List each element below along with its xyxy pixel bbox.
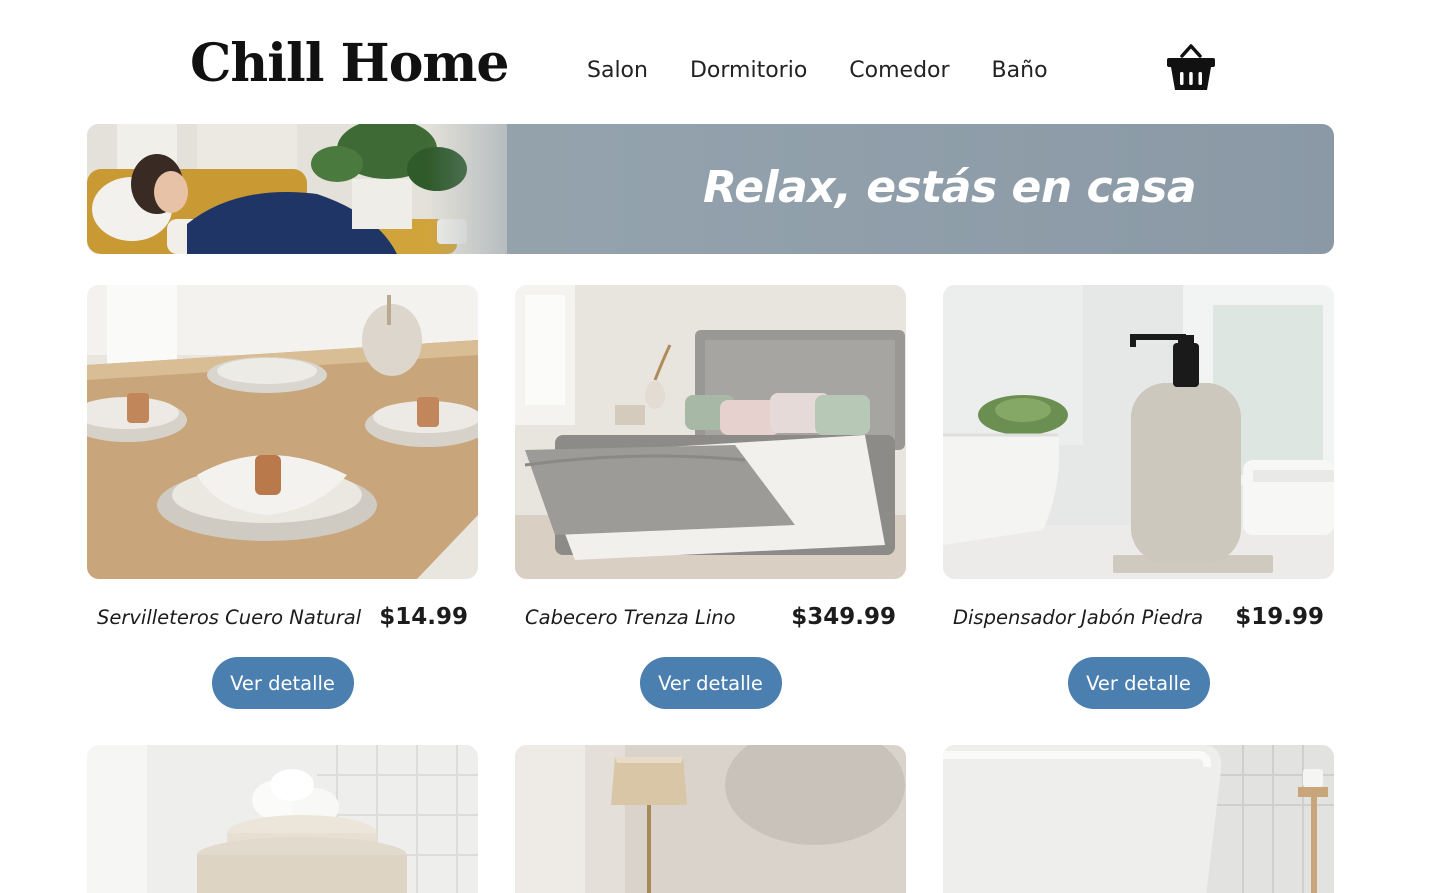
product-price: $349.99 — [791, 604, 896, 630]
site-logo[interactable]: Chill Home — [190, 38, 509, 90]
nav-link-bano[interactable]: Baño — [992, 58, 1048, 84]
view-detail-button[interactable]: Ver detalle — [639, 657, 782, 709]
site-header: Chill Home Salon Dormitorio Comedor Baño — [0, 0, 1445, 124]
view-detail-button[interactable]: Ver detalle — [211, 657, 354, 709]
product-card: Dispensador Jabón Piedra $19.99 Ver deta… — [943, 285, 1334, 709]
product-info: Dispensador Jabón Piedra $19.99 — [943, 603, 1334, 631]
product-card: Servilleteros Cuero Natural $14.99 Ver d… — [87, 285, 478, 709]
product-price: $19.99 — [1235, 604, 1324, 630]
product-image-towel-basket[interactable] — [87, 745, 478, 893]
product-image-soap-dispenser[interactable] — [943, 285, 1334, 579]
product-card: Cabecero Trenza Lino $349.99 Ver detalle — [515, 285, 906, 709]
hero-fade — [427, 124, 567, 254]
product-name[interactable]: Cabecero Trenza Lino — [525, 606, 736, 629]
product-image-bathtub[interactable] — [943, 745, 1334, 893]
product-image-floor-lamp[interactable] — [515, 745, 906, 893]
product-info: Servilleteros Cuero Natural $14.99 — [87, 603, 478, 631]
hero-banner: Relax, estás en casa — [87, 124, 1334, 254]
product-card — [943, 745, 1334, 893]
nav-link-salon[interactable]: Salon — [587, 58, 648, 84]
product-image-headboard[interactable] — [515, 285, 906, 579]
hero-title: Relax, estás en casa — [703, 162, 1197, 213]
product-name[interactable]: Dispensador Jabón Piedra — [953, 606, 1203, 629]
nav-link-comedor[interactable]: Comedor — [849, 58, 949, 84]
main-nav: Salon Dormitorio Comedor Baño — [587, 58, 1048, 84]
basket-icon[interactable] — [1164, 42, 1218, 94]
nav-link-dormitorio[interactable]: Dormitorio — [690, 58, 807, 84]
product-price: $14.99 — [379, 604, 468, 630]
product-card — [87, 745, 478, 893]
product-name[interactable]: Servilleteros Cuero Natural — [97, 606, 361, 629]
product-image-napkin-rings[interactable] — [87, 285, 478, 579]
view-detail-button[interactable]: Ver detalle — [1067, 657, 1210, 709]
product-card — [515, 745, 906, 893]
product-info: Cabecero Trenza Lino $349.99 — [515, 603, 906, 631]
